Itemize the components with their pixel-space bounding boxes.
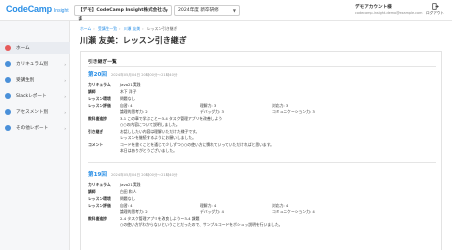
eval-communication: コミュニケーション力: 4 <box>272 209 315 214</box>
top-bar: CodeCamp Insight 【デモ】CodeCamp Insight株式会… <box>0 0 452 22</box>
account-email: codecamp-insight-demo@example.com <box>355 11 423 15</box>
logout-button[interactable]: ログアウト <box>423 3 447 16</box>
card-title: 引き継ぎ一覧 <box>88 60 117 65</box>
row-environment: レッスン環境 問題なし <box>88 96 136 101</box>
chevron-right-icon: › <box>64 93 66 99</box>
sidebar: ホーム カリキュラム別 › 受講生別 › Slackレポート › アセスメント別… <box>0 21 70 250</box>
lesson-number: 第19回 <box>88 172 107 178</box>
eval-communication: コミュニケーション力: 3 <box>272 109 315 114</box>
eval-logic: 論理的思考力: 2 <box>120 209 148 214</box>
chevron-right-icon: › <box>64 109 66 115</box>
logout-label: ログアウト <box>426 11 444 15</box>
year-select[interactable]: 2024年度 新卒研修 ▼ <box>174 5 240 16</box>
row-teacher: 講師 木下 洋子 <box>88 89 137 94</box>
sidebar-item-slack[interactable]: Slackレポート › <box>0 90 70 102</box>
sidebar-item-label: ホーム <box>16 46 30 51</box>
row-curriculum: カリキュラム Java21実践 <box>88 82 141 87</box>
breadcrumb: ホーム › 受講生一覧 › 川瀬 友美 › レッスン引き継ぎ <box>80 26 178 31</box>
organization-select[interactable]: 【デモ】CodeCamp Insight株式会社さま ▼ <box>74 5 172 22</box>
page-title: 川瀬 友美：レッスン引き継ぎ <box>80 36 187 45</box>
sidebar-item-label: カリキュラム別 <box>16 62 49 67</box>
eval-logic: 論理的思考力: 2 <box>120 109 148 114</box>
chevron-right-icon: › <box>64 77 66 83</box>
sidebar-item-label: その他レポート <box>16 126 49 131</box>
divider <box>88 66 436 67</box>
sidebar-item-home[interactable]: ホーム <box>0 42 70 54</box>
organization-value: 【デモ】CodeCamp Insight株式会社さま <box>78 8 167 22</box>
sidebar-item-other-reports[interactable]: その他レポート › <box>0 122 70 134</box>
slack-icon <box>5 93 11 99</box>
handover-note: レッスンを継続するようにお願いしました。 <box>120 135 196 140</box>
student-icon <box>5 77 11 83</box>
curriculum-icon <box>5 61 11 67</box>
lesson-entry: 第19回 2024年05月04日 20時00分〜21時40分 カリキュラム Jav… <box>88 170 436 250</box>
sidebar-item-students[interactable]: 受講生別 › <box>0 74 70 86</box>
row-teacher: 講師 白田 和人 <box>88 189 137 194</box>
breadcrumb-student[interactable]: 川瀬 友美 <box>124 26 140 31</box>
breadcrumb-students[interactable]: 受講生一覧 <box>98 26 117 31</box>
logo-main: CodeCamp <box>6 4 52 14</box>
row-environment: レッスン環境 問題なし <box>88 196 136 201</box>
report-icon <box>5 125 11 131</box>
chevron-right-icon: › <box>64 61 66 67</box>
sidebar-item-assessment[interactable]: アセスメント別 › <box>0 106 70 118</box>
row-curriculum: カリキュラム Java21実践 <box>88 182 141 187</box>
account-name: デモアカウント様 <box>355 5 392 10</box>
divider <box>88 162 436 163</box>
sidebar-item-curriculum[interactable]: カリキュラム別 › <box>0 58 70 70</box>
app-logo[interactable]: CodeCamp Insight <box>6 4 69 14</box>
breadcrumb-current: レッスン引き継ぎ <box>146 26 178 31</box>
eval-debug: デバッグ力: 3 <box>200 109 224 114</box>
logo-sub: Insight <box>53 8 69 14</box>
lesson-number: 第20回 <box>88 72 107 78</box>
eval-debug: デバッグ力: 4 <box>200 209 224 214</box>
sidebar-item-label: 受講生別 <box>16 78 35 83</box>
textbook-note: ○の使い方がわからないということだったので、サンプルコードをボシュッ説明を行いま… <box>120 222 283 227</box>
sidebar-item-label: Slackレポート <box>16 94 47 99</box>
main-content: ホーム › 受講生一覧 › 川瀬 友美 › レッスン引き継ぎ 川瀬 友美：レッスン引き… <box>70 21 452 250</box>
handover-card: 引き継ぎ一覧 第20回 2024年05月04日 20時00分〜21時40分 カリ… <box>80 51 442 250</box>
lesson-date: 2024年05月04日 20時00分〜21時40分 <box>110 173 178 177</box>
chevron-down-icon: ▼ <box>164 8 168 13</box>
row-comment: コメント コードを書くことを通じて少しずつ○○の使い方に慣れていっていただければと… <box>88 142 274 147</box>
logout-icon <box>431 3 439 10</box>
chevron-down-icon: ▼ <box>232 8 236 13</box>
comment-note: 本日はありがとうございました。 <box>120 148 177 153</box>
account-info: デモアカウント様 codecamp-insight-demo@example.c… <box>355 4 422 15</box>
sidebar-item-label: アセスメント別 <box>16 110 49 115</box>
lesson-entry: 第20回 2024年05月04日 20時00分〜21時40分 カリキュラム Jav… <box>88 70 436 170</box>
home-icon <box>5 45 11 51</box>
year-value: 2024年度 新卒研修 <box>178 8 219 13</box>
textbook-note: ○○の内容について説明しました。 <box>120 122 180 127</box>
assessment-icon <box>5 109 11 115</box>
chevron-right-icon: › <box>64 125 66 131</box>
breadcrumb-home[interactable]: ホーム <box>80 26 91 31</box>
lesson-date: 2024年05月04日 20時00分〜21時40分 <box>110 73 178 77</box>
